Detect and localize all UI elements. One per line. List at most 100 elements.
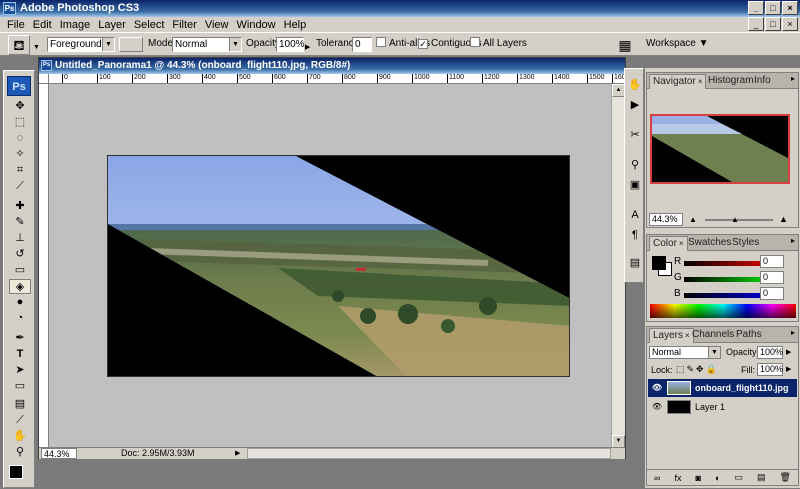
blur-tool-icon[interactable]: ● [9, 295, 31, 310]
paragraph-panel-icon[interactable]: ¶ [627, 227, 643, 243]
pattern-picker[interactable] [119, 37, 143, 52]
move-tool-icon[interactable]: ✥ [9, 99, 31, 114]
tab-paths[interactable]: Paths [733, 328, 765, 343]
link-layers-icon[interactable]: ∞ [654, 473, 660, 483]
tool-presets-icon[interactable]: ✂ [627, 127, 643, 143]
slice-tool-icon[interactable]: ⟋ [9, 179, 31, 194]
shape-tool-icon[interactable]: ▭ [9, 379, 31, 394]
layer-mask-icon[interactable]: ◙ [696, 473, 701, 483]
photoshop-logo[interactable]: Ps [7, 76, 31, 96]
lasso-tool-icon[interactable]: ◌ [9, 131, 31, 146]
brush-tool-icon[interactable]: ✎ [9, 215, 31, 230]
layer-style-icon[interactable]: fx [674, 473, 681, 483]
horizontal-scrollbar[interactable] [247, 448, 611, 459]
lock-icons[interactable]: ⬚✎✥🔒 [676, 364, 719, 375]
workspace-menu[interactable]: Workspace ▼ [646, 37, 709, 51]
foreground-color-swatch[interactable] [9, 465, 23, 479]
tolerance-input[interactable]: 0 [352, 37, 372, 52]
navigator-zoom-input[interactable]: 44.3% [649, 213, 683, 226]
vertical-scrollbar[interactable]: ▲ ▼ [611, 84, 625, 448]
brushes-panel-icon[interactable]: ✋ [627, 77, 643, 93]
status-menu-arrow-icon[interactable]: ▶ [235, 448, 240, 459]
tab-histogram[interactable]: Histogram [705, 74, 757, 89]
zoom-out-icon[interactable]: ▲ [689, 215, 699, 224]
marquee-tool-icon[interactable]: ⬚ [9, 115, 31, 130]
layer-row-onboard[interactable]: 👁 onboard_flight110.jpg [648, 379, 797, 397]
zoom-in-icon[interactable]: ▲ [779, 214, 788, 224]
tab-navigator[interactable]: Navigator × [649, 74, 707, 89]
close-icon[interactable]: × [698, 77, 703, 86]
red-value-input[interactable]: 0 [760, 255, 784, 268]
path-selection-tool-icon[interactable]: ➤ [9, 363, 31, 378]
color-spectrum-bar[interactable] [650, 304, 796, 318]
tab-styles[interactable]: Styles [729, 236, 762, 251]
green-value-input[interactable]: 0 [760, 271, 784, 284]
opacity-arrow-icon[interactable]: ▶ [305, 41, 310, 55]
zoom-slider-handle-icon[interactable]: ▲ [731, 215, 739, 224]
horizontal-ruler[interactable]: 0 100 200 300 400 500 600 700 800 900 10… [49, 74, 625, 84]
adjustment-layer-icon[interactable]: ◐ [715, 473, 720, 483]
fill-input[interactable]: 100% [757, 363, 783, 376]
vertical-ruler[interactable] [39, 84, 49, 448]
healing-brush-tool-icon[interactable]: ✚ [9, 199, 31, 214]
close-icon[interactable]: × [679, 239, 684, 248]
panorama-image[interactable] [107, 155, 570, 377]
mode-select[interactable]: Normal ▼ [172, 37, 242, 52]
all-layers-checkbox[interactable]: All Layers [470, 37, 527, 51]
doc-restore-button[interactable]: □ [765, 17, 781, 31]
eraser-tool-icon[interactable]: ▭ [9, 263, 31, 278]
eye-icon[interactable]: 👁 [651, 401, 663, 413]
notes-tool-icon[interactable]: ▤ [9, 397, 31, 412]
tab-color[interactable]: Color × [649, 236, 688, 251]
canvas-area[interactable] [50, 85, 612, 447]
tab-layers[interactable]: Layers × [649, 328, 694, 343]
menu-window[interactable]: Window [233, 19, 280, 31]
bridge-icon[interactable]: ▦ [614, 35, 636, 55]
paint-bucket-preset-icon[interactable]: ⛾ [8, 35, 30, 55]
opacity-input[interactable]: 100% [276, 37, 305, 52]
character-panel-icon[interactable]: A [627, 207, 643, 223]
color-foreground-swatch[interactable] [652, 256, 666, 270]
menu-layer[interactable]: Layer [94, 19, 130, 31]
zoom-level-input[interactable]: 44.3% [41, 448, 77, 459]
eyedropper-tool-icon[interactable]: ⟋ [9, 413, 31, 428]
doc-minimize-button[interactable]: _ [748, 17, 764, 31]
fill-arrow-icon[interactable]: ▶ [786, 365, 791, 373]
paint-bucket-tool-icon[interactable]: ◈ [9, 279, 31, 294]
doc-close-button[interactable]: × [782, 17, 798, 31]
new-layer-icon[interactable]: ▤ [757, 472, 766, 483]
magic-wand-tool-icon[interactable]: ✧ [9, 147, 31, 162]
history-brush-tool-icon[interactable]: ↺ [9, 247, 31, 262]
new-group-icon[interactable]: ▭ [734, 472, 743, 483]
fill-source-select[interactable]: Foreground ▼ [47, 37, 115, 52]
menu-select[interactable]: Select [130, 19, 169, 31]
type-tool-icon[interactable]: T [9, 347, 31, 362]
layer-row-layer1[interactable]: 👁 Layer 1 [648, 398, 797, 416]
blend-mode-select[interactable]: Normal ▼ [649, 346, 721, 359]
menu-image[interactable]: Image [56, 19, 95, 31]
menu-filter[interactable]: Filter [168, 19, 200, 31]
panel-menu-icon[interactable]: ▸ [791, 74, 795, 83]
menu-help[interactable]: Help [280, 19, 311, 31]
tab-swatches[interactable]: Swatches [685, 236, 734, 251]
crop-tool-icon[interactable]: ⌗ [9, 163, 31, 178]
panel-menu-icon[interactable]: ▸ [791, 328, 795, 337]
clone-stamp-tool-icon[interactable]: ⊥ [9, 231, 31, 246]
pen-tool-icon[interactable]: ✒ [9, 331, 31, 346]
tab-channels[interactable]: Channels [689, 328, 737, 343]
minimize-button[interactable]: _ [748, 1, 764, 15]
layer-opacity-arrow-icon[interactable]: ▶ [786, 348, 791, 356]
menu-edit[interactable]: Edit [29, 19, 56, 31]
zoom-tool-icon[interactable]: ⚲ [9, 445, 31, 460]
close-button[interactable]: × [782, 1, 798, 15]
hand-tool-icon[interactable]: ✋ [9, 429, 31, 444]
tab-info[interactable]: Info [751, 74, 774, 89]
dodge-tool-icon[interactable]: ◔ [9, 311, 31, 326]
panel-menu-icon[interactable]: ▸ [791, 236, 795, 245]
menu-file[interactable]: File [3, 19, 29, 31]
menu-view[interactable]: View [201, 19, 233, 31]
ruler-corner[interactable] [39, 74, 49, 84]
eye-icon[interactable]: 👁 [651, 382, 663, 394]
info-panel-icon[interactable]: ▤ [627, 255, 643, 271]
navigator-thumbnail[interactable] [650, 114, 790, 184]
